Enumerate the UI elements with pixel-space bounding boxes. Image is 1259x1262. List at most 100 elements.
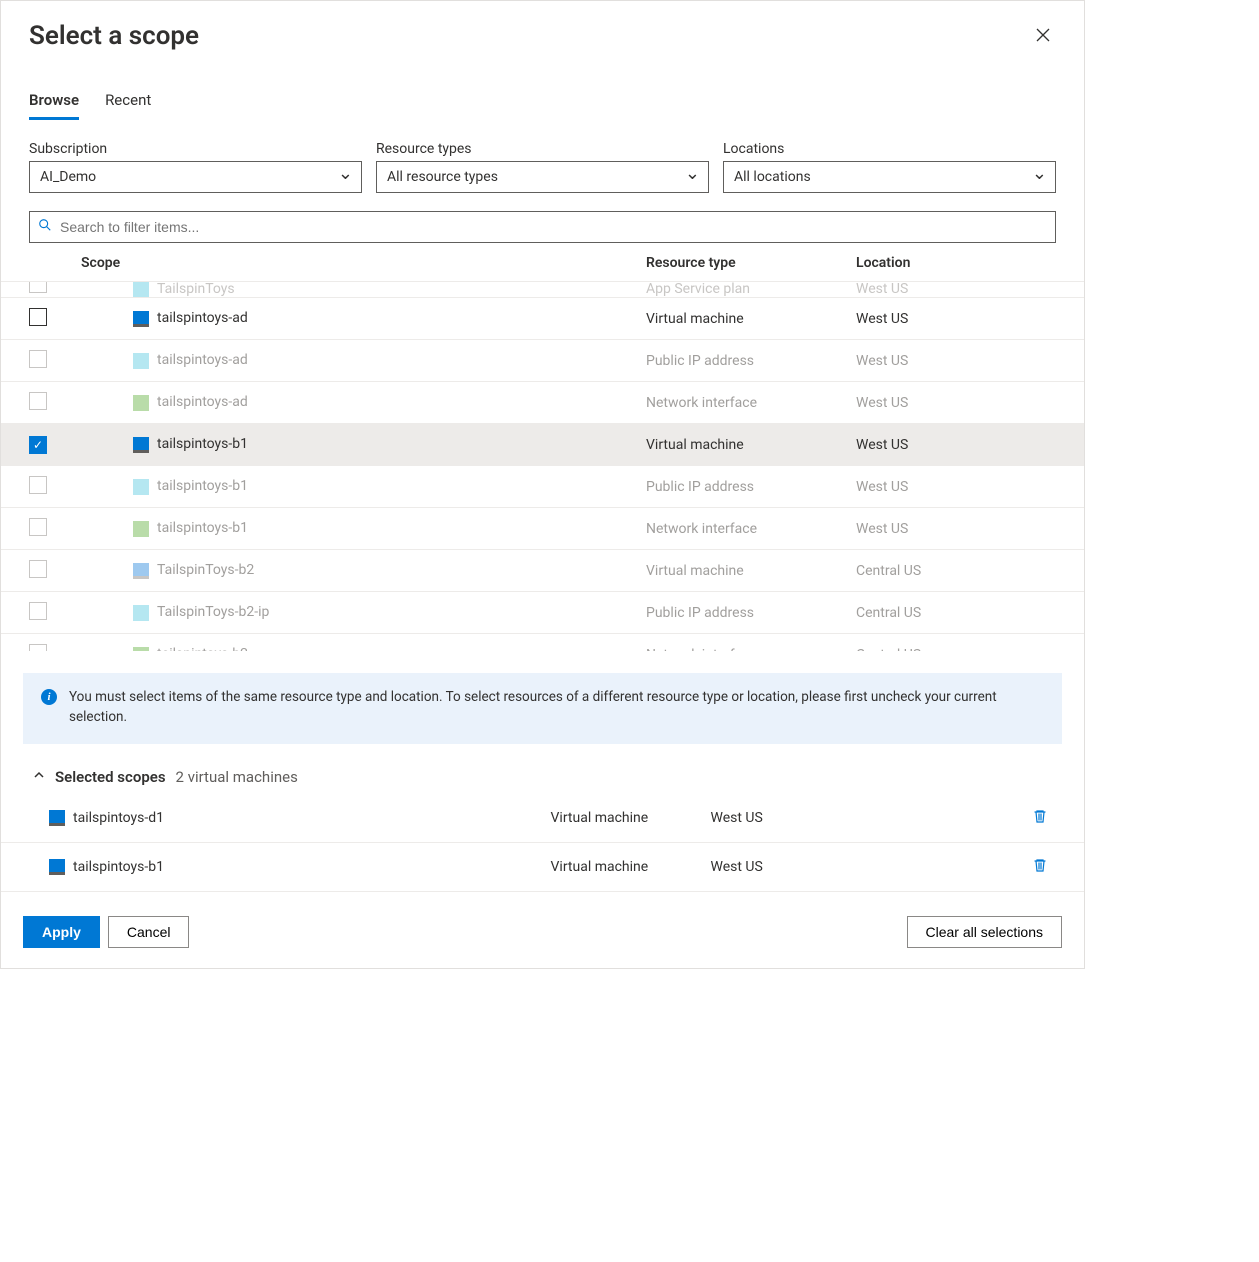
vm-icon: [133, 563, 149, 579]
subscription-value: AI_Demo: [40, 169, 96, 185]
remove-selection-button[interactable]: [1032, 808, 1056, 828]
table-row: tailspintoys-adPublic IP addressWest US: [1, 340, 1084, 382]
ip-icon: [133, 479, 149, 495]
column-scope: Scope: [81, 255, 646, 271]
column-type: Resource type: [646, 255, 856, 271]
resource-name: tailspintoys-ad: [157, 352, 248, 368]
table-row[interactable]: TailspinToysApp Service planWest US: [1, 281, 1084, 298]
selected-scopes-header[interactable]: Selected scopes 2 virtual machines: [1, 744, 1084, 794]
row-checkbox: [29, 560, 47, 578]
resource-type: Virtual machine: [646, 311, 856, 327]
resource-type: App Service plan: [646, 281, 856, 297]
selected-location: West US: [711, 859, 1033, 875]
resource-name: tailspintoys-b1: [157, 436, 248, 452]
selected-name: tailspintoys-b1: [73, 859, 164, 875]
subscription-label: Subscription: [29, 141, 362, 157]
tab-recent[interactable]: Recent: [105, 91, 151, 120]
vm-icon: [133, 437, 149, 453]
remove-selection-button[interactable]: [1032, 857, 1056, 877]
locations-label: Locations: [723, 141, 1056, 157]
resource-location: West US: [856, 479, 1056, 495]
resource-name: TailspinToys-b2: [157, 562, 254, 578]
selected-scope-row: tailspintoys-b1 Virtual machineWest US: [1, 843, 1084, 892]
resource-location: West US: [856, 395, 1056, 411]
locations-select[interactable]: All locations: [723, 161, 1056, 193]
resource-location: West US: [856, 437, 1056, 453]
selected-type: Virtual machine: [551, 859, 711, 875]
row-checkbox[interactable]: [29, 436, 47, 454]
resource-name: tailspintoys-b1: [157, 478, 248, 494]
chevron-up-icon: [33, 769, 45, 784]
resource-type: Virtual machine: [646, 437, 856, 453]
resource-table[interactable]: TailspinToysApp Service planWest UStails…: [1, 281, 1084, 651]
resource-types-select[interactable]: All resource types: [376, 161, 709, 193]
table-row: TailspinToys-b2-ip Public IP addressCentr…: [1, 592, 1084, 634]
search-icon: [38, 218, 52, 236]
row-checkbox: [29, 392, 47, 410]
resource-location: West US: [856, 281, 1056, 297]
subscription-select[interactable]: AI_Demo: [29, 161, 362, 193]
apply-button[interactable]: Apply: [23, 916, 100, 948]
selected-scopes-list: tailspintoys-d1Virtual machineWest UStai…: [1, 794, 1084, 892]
row-checkbox[interactable]: [29, 308, 47, 326]
close-icon: [1036, 26, 1050, 46]
chevron-down-icon: [338, 167, 353, 188]
resource-types-label: Resource types: [376, 141, 709, 157]
info-text: You must select items of the same resour…: [69, 687, 1044, 728]
resource-type: Network interface: [646, 521, 856, 537]
selected-scopes-count: 2 virtual machines: [176, 768, 298, 786]
resource-type: Public IP address: [646, 353, 856, 369]
resource-name: tailspintoys-b1: [157, 520, 248, 536]
row-checkbox: [29, 602, 47, 620]
resource-type: Network interface: [646, 647, 856, 652]
plan-icon: [133, 281, 149, 297]
close-button[interactable]: [1030, 22, 1056, 51]
row-checkbox: [29, 476, 47, 494]
selected-name: tailspintoys-d1: [73, 810, 164, 826]
table-row[interactable]: tailspintoys-b1 Virtual machineWest US: [1, 424, 1084, 466]
chevron-down-icon: [1032, 167, 1047, 188]
resource-types-value: All resource types: [387, 169, 498, 185]
ip-icon: [133, 605, 149, 621]
vm-icon: [49, 810, 65, 826]
vm-icon: [49, 859, 65, 875]
table-row: tailspintoys-b1 Network interfaceWest US: [1, 508, 1084, 550]
table-row: TailspinToys-b2 Virtual machineCentral US: [1, 550, 1084, 592]
selected-scope-row: tailspintoys-d1Virtual machineWest US: [1, 794, 1084, 843]
row-checkbox: [29, 518, 47, 536]
resource-location: Central US: [856, 605, 1056, 621]
table-row: tailspintoys-ad Network interfaceWest US: [1, 382, 1084, 424]
tab-browse[interactable]: Browse: [29, 91, 79, 120]
resource-type: Virtual machine: [646, 563, 856, 579]
clear-all-button[interactable]: Clear all selections: [907, 916, 1063, 948]
resource-type: Network interface: [646, 395, 856, 411]
search-field[interactable]: [29, 211, 1056, 243]
selected-location: West US: [711, 810, 1033, 826]
panel-title: Select a scope: [29, 21, 199, 51]
selected-scopes-label: Selected scopes: [55, 768, 166, 786]
chevron-down-icon: [685, 167, 700, 188]
table-header: Scope Resource type Location: [1, 243, 1084, 281]
info-icon: i: [41, 689, 57, 705]
cancel-button[interactable]: Cancel: [108, 916, 190, 948]
nic-icon: [133, 395, 149, 411]
resource-type: Public IP address: [646, 605, 856, 621]
table-row: tailspintoys-b2Network interfaceCentral …: [1, 634, 1084, 651]
select-scope-panel: Select a scope Browse Recent Subscriptio…: [0, 0, 1085, 969]
nic-icon: [133, 647, 149, 651]
resource-location: Central US: [856, 563, 1056, 579]
row-checkbox: [29, 281, 47, 293]
resource-location: West US: [856, 521, 1056, 537]
search-input[interactable]: [58, 218, 1047, 236]
row-checkbox: [29, 644, 47, 652]
resource-location: West US: [856, 311, 1056, 327]
resource-name: tailspintoys-b2: [157, 646, 248, 651]
tab-bar: Browse Recent: [1, 61, 1084, 121]
resource-name: TailspinToys-b2-ip: [157, 604, 269, 620]
resource-name: tailspintoys-ad: [157, 394, 248, 410]
locations-value: All locations: [734, 169, 811, 185]
info-banner: i You must select items of the same reso…: [23, 673, 1062, 744]
table-row[interactable]: tailspintoys-adVirtual machineWest US: [1, 298, 1084, 340]
nic-icon: [133, 521, 149, 537]
ip-icon: [133, 353, 149, 369]
